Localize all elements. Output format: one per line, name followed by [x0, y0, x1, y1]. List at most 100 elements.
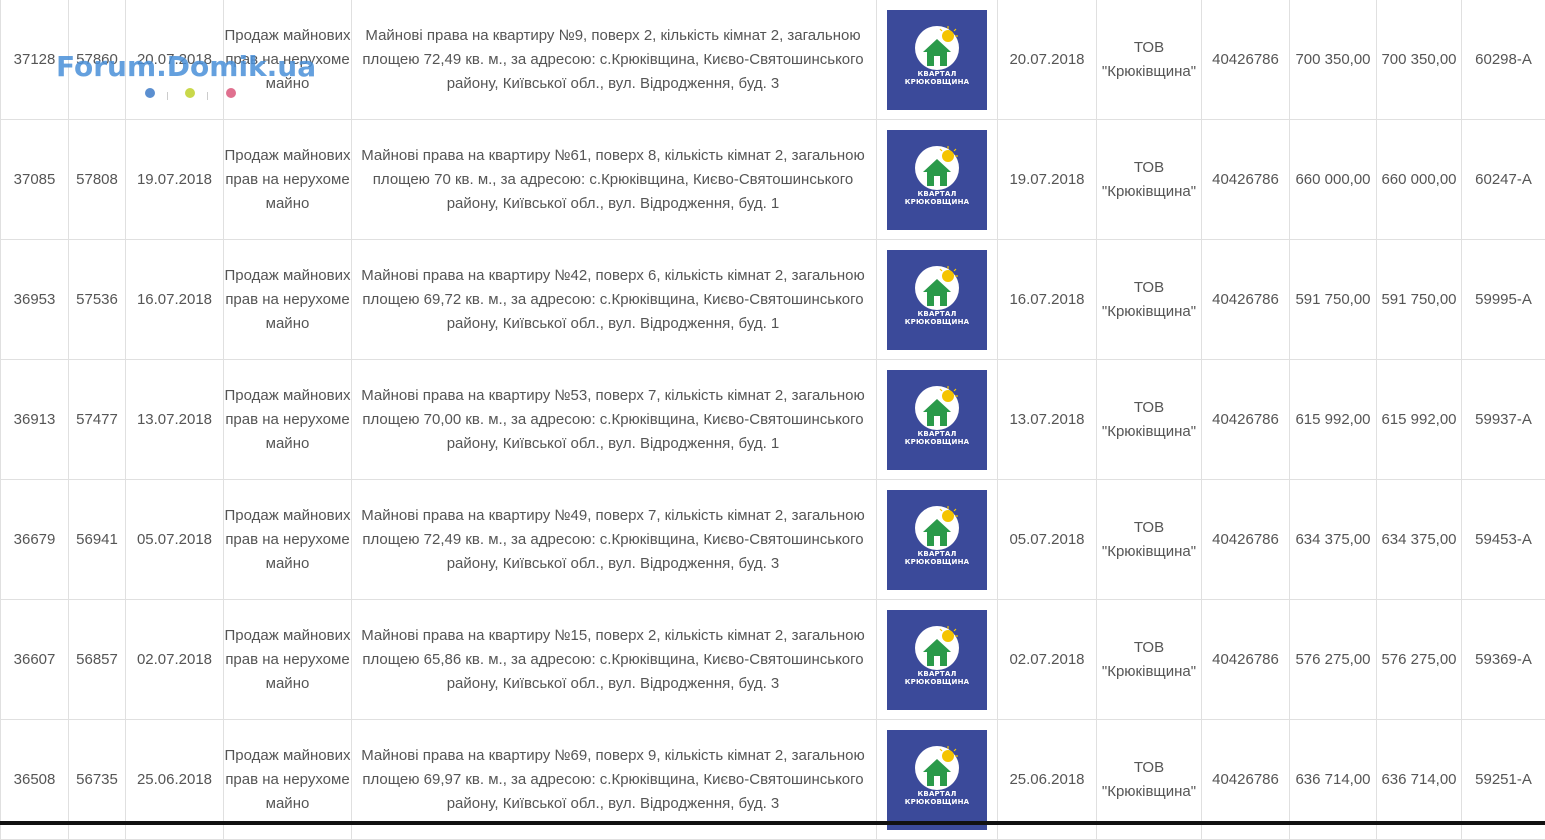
cell-description: Майнові права на квартиру №15, поверх 2,… — [352, 600, 877, 720]
kvartal-kryukovshchyna-logo[interactable]: КВАРТАЛ КРЮКОВЩИНА — [887, 370, 987, 470]
cell-number: 57477 — [69, 360, 126, 480]
logo-line1: КВАРТАЛ — [887, 430, 987, 438]
kvartal-kryukovshchyna-logo[interactable]: КВАРТАЛ КРЮКОВЩИНА — [887, 250, 987, 350]
cell-date: 20.07.2018 — [126, 0, 224, 120]
cell-number: 57536 — [69, 240, 126, 360]
cell-amount2: 591 750,00 — [1377, 240, 1462, 360]
cell-amount2: 615 992,00 — [1377, 360, 1462, 480]
cell-logo: КВАРТАЛ КРЮКОВЩИНА — [877, 0, 998, 120]
cell-description: Майнові права на квартиру №42, поверх 6,… — [352, 240, 877, 360]
cell-id: 36679 — [1, 480, 69, 600]
cell-date2: 20.07.2018 — [998, 0, 1097, 120]
cell-amount1: 591 750,00 — [1290, 240, 1377, 360]
cell-id: 37128 — [1, 0, 69, 120]
cell-company: ТОВ "Крюківщина" — [1097, 600, 1202, 720]
table-row: 37128 57860 20.07.2018 Продаж майнових п… — [1, 0, 1545, 120]
cell-date2: 13.07.2018 — [998, 360, 1097, 480]
cell-ref: 59937-А — [1462, 360, 1545, 480]
cell-code: 40426786 — [1202, 480, 1290, 600]
cell-ref: 60298-А — [1462, 0, 1545, 120]
cell-amount1: 576 275,00 — [1290, 600, 1377, 720]
cell-logo: КВАРТАЛ КРЮКОВЩИНА — [877, 480, 998, 600]
cell-description: Майнові права на квартиру №53, поверх 7,… — [352, 360, 877, 480]
transactions-table: 37128 57860 20.07.2018 Продаж майнових п… — [0, 0, 1545, 840]
cell-logo: КВАРТАЛ КРЮКОВЩИНА — [877, 360, 998, 480]
table-row: 36679 56941 05.07.2018 Продаж майнових п… — [1, 480, 1545, 600]
logo-line1: КВАРТАЛ — [887, 550, 987, 558]
cell-id: 36953 — [1, 240, 69, 360]
house-sun-icon — [887, 610, 987, 710]
cell-amount1: 660 000,00 — [1290, 120, 1377, 240]
cell-logo: КВАРТАЛ КРЮКОВЩИНА — [877, 120, 998, 240]
kvartal-kryukovshchyna-logo[interactable]: КВАРТАЛ КРЮКОВЩИНА — [887, 490, 987, 590]
cell-amount2: 700 350,00 — [1377, 0, 1462, 120]
cell-code: 40426786 — [1202, 240, 1290, 360]
cell-code: 40426786 — [1202, 120, 1290, 240]
cell-amount1: 615 992,00 — [1290, 360, 1377, 480]
cell-ref: 60247-А — [1462, 120, 1545, 240]
cell-id: 36913 — [1, 360, 69, 480]
cell-logo: КВАРТАЛ КРЮКОВЩИНА — [877, 240, 998, 360]
logo-line1: КВАРТАЛ — [887, 790, 987, 798]
cell-date2: 02.07.2018 — [998, 600, 1097, 720]
cell-number: 57860 — [69, 0, 126, 120]
cell-date: 05.07.2018 — [126, 480, 224, 600]
cell-code: 40426786 — [1202, 360, 1290, 480]
logo-line2: КРЮКОВЩИНА — [887, 438, 987, 446]
cell-number: 56857 — [69, 600, 126, 720]
cell-date2: 19.07.2018 — [998, 120, 1097, 240]
cell-type: Продаж майнових прав на нерухоме майно — [224, 360, 352, 480]
house-sun-icon — [887, 730, 987, 830]
table-row: 36607 56857 02.07.2018 Продаж майнових п… — [1, 600, 1545, 720]
cell-company: ТОВ "Крюківщина" — [1097, 240, 1202, 360]
house-sun-icon — [887, 130, 987, 230]
logo-line2: КРЮКОВЩИНА — [887, 318, 987, 326]
cell-date: 02.07.2018 — [126, 600, 224, 720]
cell-date2: 16.07.2018 — [998, 240, 1097, 360]
cell-amount2: 576 275,00 — [1377, 600, 1462, 720]
cell-type: Продаж майнових прав на нерухоме майно — [224, 120, 352, 240]
kvartal-kryukovshchyna-logo[interactable]: КВАРТАЛ КРЮКОВЩИНА — [887, 730, 987, 830]
logo-line1: КВАРТАЛ — [887, 70, 987, 78]
table-row: 37085 57808 19.07.2018 Продаж майнових п… — [1, 120, 1545, 240]
kvartal-kryukovshchyna-logo[interactable]: КВАРТАЛ КРЮКОВЩИНА — [887, 10, 987, 110]
house-sun-icon — [887, 370, 987, 470]
cell-description: Майнові права на квартиру №9, поверх 2, … — [352, 0, 877, 120]
cell-id: 37085 — [1, 120, 69, 240]
house-sun-icon — [887, 490, 987, 590]
table-row: 36953 57536 16.07.2018 Продаж майнових п… — [1, 240, 1545, 360]
cell-type: Продаж майнових прав на нерухоме майно — [224, 0, 352, 120]
cell-ref: 59995-А — [1462, 240, 1545, 360]
table-row: 36913 57477 13.07.2018 Продаж майнових п… — [1, 360, 1545, 480]
cell-number: 57808 — [69, 120, 126, 240]
logo-line2: КРЮКОВЩИНА — [887, 798, 987, 806]
kvartal-kryukovshchyna-logo[interactable]: КВАРТАЛ КРЮКОВЩИНА — [887, 130, 987, 230]
cell-company: ТОВ "Крюківщина" — [1097, 120, 1202, 240]
cell-amount1: 700 350,00 — [1290, 0, 1377, 120]
logo-line2: КРЮКОВЩИНА — [887, 198, 987, 206]
logo-line1: КВАРТАЛ — [887, 670, 987, 678]
logo-line1: КВАРТАЛ — [887, 190, 987, 198]
cell-company: ТОВ "Крюківщина" — [1097, 0, 1202, 120]
logo-line2: КРЮКОВЩИНА — [887, 678, 987, 686]
cell-amount2: 634 375,00 — [1377, 480, 1462, 600]
cell-code: 40426786 — [1202, 0, 1290, 120]
cell-amount2: 660 000,00 — [1377, 120, 1462, 240]
cell-description: Майнові права на квартиру №61, поверх 8,… — [352, 120, 877, 240]
logo-line2: КРЮКОВЩИНА — [887, 78, 987, 86]
bottom-edge — [0, 821, 1545, 825]
cell-company: ТОВ "Крюківщина" — [1097, 480, 1202, 600]
cell-type: Продаж майнових прав на нерухоме майно — [224, 240, 352, 360]
house-sun-icon — [887, 250, 987, 350]
cell-date: 19.07.2018 — [126, 120, 224, 240]
cell-date: 13.07.2018 — [126, 360, 224, 480]
cell-description: Майнові права на квартиру №49, поверх 7,… — [352, 480, 877, 600]
table-body: 37128 57860 20.07.2018 Продаж майнових п… — [1, 0, 1545, 840]
cell-amount1: 634 375,00 — [1290, 480, 1377, 600]
cell-code: 40426786 — [1202, 600, 1290, 720]
cell-date: 16.07.2018 — [126, 240, 224, 360]
kvartal-kryukovshchyna-logo[interactable]: КВАРТАЛ КРЮКОВЩИНА — [887, 610, 987, 710]
cell-date2: 05.07.2018 — [998, 480, 1097, 600]
cell-type: Продаж майнових прав на нерухоме майно — [224, 600, 352, 720]
cell-id: 36607 — [1, 600, 69, 720]
